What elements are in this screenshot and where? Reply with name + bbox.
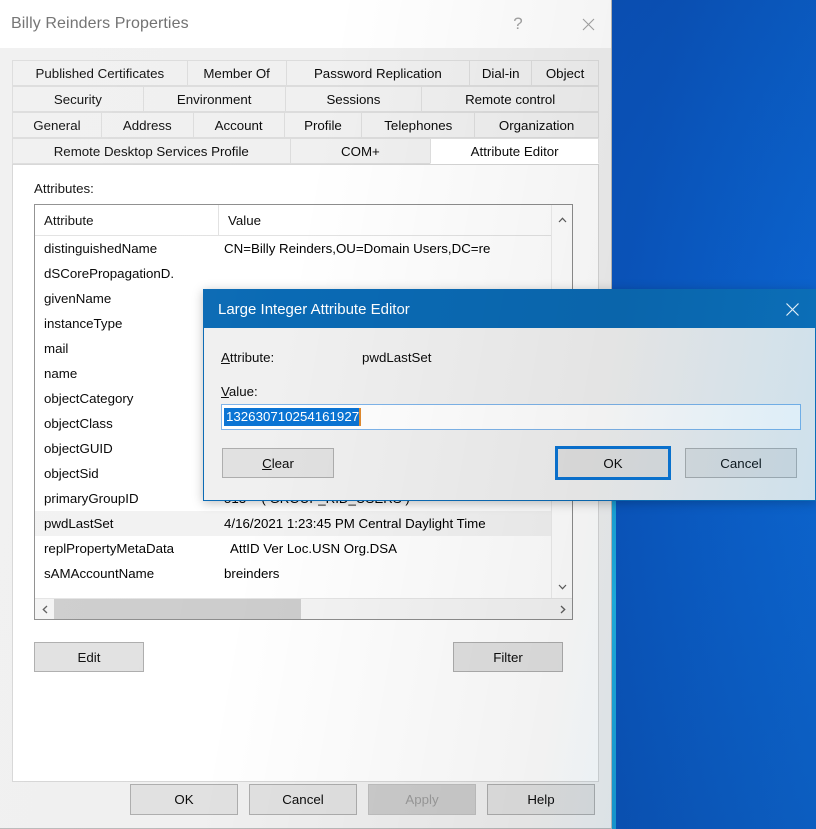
wallpaper-accent-stripe (612, 448, 616, 829)
cell-attribute: instanceType (44, 316, 123, 331)
chevron-up-icon[interactable] (552, 209, 572, 230)
tab-profile[interactable]: Profile (283, 112, 362, 138)
tab-strip: Published Certificates Member Of Passwor… (12, 60, 600, 165)
desktop-background: Billy Reinders Properties ? Published Ce… (0, 0, 816, 829)
table-row-selected[interactable]: pwdLastSet 4/16/2021 1:23:45 PM Central … (35, 511, 572, 536)
cell-attribute: sAMAccountName (44, 566, 155, 581)
value-label-rest: alue: (228, 384, 258, 399)
horizontal-scrollbar[interactable] (35, 598, 572, 619)
help-button[interactable]: ? (495, 8, 541, 40)
clear-button-rest: lear (271, 455, 294, 471)
edit-button[interactable]: Edit (34, 642, 144, 672)
attribute-label: Attribute: (221, 350, 275, 365)
column-header-attribute[interactable]: Attribute (35, 205, 219, 235)
cell-value: breinders (224, 566, 280, 581)
value-input-text: 132630710254161927 (224, 408, 362, 426)
tab-telephones[interactable]: Telephones (361, 112, 475, 138)
window-titlebar: Billy Reinders Properties ? (0, 0, 611, 48)
tab-com-plus[interactable]: COM+ (289, 138, 431, 164)
tab-row-4: Remote Desktop Services Profile COM+ Att… (12, 138, 599, 164)
tab-row-3: General Address Account Profile Telephon… (12, 112, 599, 138)
tab-row-2: Security Environment Sessions Remote con… (12, 86, 599, 112)
ok-button[interactable]: OK (130, 783, 238, 815)
chevron-right-icon[interactable] (553, 599, 572, 620)
tab-dial-in[interactable]: Dial-in (469, 60, 532, 86)
cell-value: AttID Ver Loc.USN Org.DSA (230, 541, 398, 556)
cell-attribute: replPropertyMetaData (44, 541, 175, 556)
tab-general[interactable]: General (12, 112, 101, 138)
cancel-button[interactable]: Cancel (249, 783, 357, 815)
dialog-titlebar: Large Integer Attribute Editor (204, 290, 815, 328)
tab-object[interactable]: Object (531, 60, 600, 86)
tab-published-certificates[interactable]: Published Certificates (12, 60, 187, 86)
tab-account[interactable]: Account (192, 112, 284, 138)
dialog-ok-button[interactable]: OK (555, 446, 671, 480)
tab-remote-control[interactable]: Remote control (421, 86, 599, 112)
cell-attribute: primaryGroupID (44, 491, 139, 506)
value-label: Value: (221, 384, 258, 399)
chevron-down-icon[interactable] (552, 576, 572, 597)
tab-attribute-editor[interactable]: Attribute Editor (430, 138, 599, 164)
dialog-title: Large Integer Attribute Editor (218, 300, 410, 318)
dialog-body: Attribute: pwdLastSet Value: 13263071025… (204, 328, 815, 502)
clear-button[interactable]: Clear (222, 448, 334, 478)
tab-organization[interactable]: Organization (474, 112, 599, 138)
cell-value: CN=Billy Reinders,OU=Domain Users,DC=re (224, 241, 491, 256)
cell-attribute: objectGUID (44, 441, 113, 456)
cell-value: 4/16/2021 1:23:45 PM Central Daylight Ti… (224, 516, 486, 531)
table-row[interactable]: replPropertyMetaData AttID Ver Loc.USN O… (35, 536, 572, 561)
dialog-footer-buttons: OK Cancel Apply Help (0, 770, 612, 828)
window-title: Billy Reinders Properties (11, 15, 189, 32)
table-row[interactable]: distinguishedName CN=Billy Reinders,OU=D… (35, 236, 572, 261)
tab-password-replication[interactable]: Password Replication (285, 60, 470, 86)
table-row[interactable]: dSCorePropagationD. (35, 261, 572, 286)
tab-member-of[interactable]: Member Of (186, 60, 286, 86)
titlebar-buttons: ? (495, 0, 611, 48)
tab-security[interactable]: Security (12, 86, 143, 112)
attribute-label-rest: ttribute: (229, 350, 275, 365)
cell-attribute: pwdLastSet (44, 516, 114, 531)
cell-attribute: objectCategory (44, 391, 134, 406)
cell-attribute: objectSid (44, 466, 99, 481)
tab-remote-desktop-services-profile[interactable]: Remote Desktop Services Profile (12, 138, 290, 164)
hscroll-thumb[interactable] (54, 598, 301, 619)
hscroll-track[interactable] (54, 598, 553, 619)
tab-environment[interactable]: Environment (142, 86, 285, 112)
column-header-value[interactable]: Value (219, 205, 572, 235)
cell-attribute: distinguishedName (44, 241, 158, 256)
tab-sessions[interactable]: Sessions (284, 86, 422, 112)
cell-attribute: mail (44, 341, 69, 356)
table-row[interactable]: sAMAccountName breinders (35, 561, 572, 586)
close-icon[interactable] (769, 290, 815, 328)
listview-header: Attribute Value (35, 205, 572, 236)
apply-button: Apply (368, 783, 476, 815)
close-icon[interactable] (565, 8, 611, 40)
cell-attribute: objectClass (44, 416, 113, 431)
cell-attribute: givenName (44, 291, 112, 306)
filter-button[interactable]: Filter (453, 642, 563, 672)
attributes-label: Attributes: (34, 181, 94, 196)
help-button-footer[interactable]: Help (487, 783, 595, 815)
chevron-left-icon[interactable] (35, 599, 54, 620)
attribute-name-value: pwdLastSet (362, 350, 432, 365)
cell-attribute: dSCorePropagationD. (44, 266, 175, 281)
value-input[interactable]: 132630710254161927 (221, 404, 801, 430)
tab-address[interactable]: Address (100, 112, 193, 138)
large-integer-attribute-editor-dialog: Large Integer Attribute Editor Attribute… (203, 289, 816, 501)
tab-row-1: Published Certificates Member Of Passwor… (12, 60, 600, 86)
cell-attribute: name (44, 366, 78, 381)
dialog-cancel-button[interactable]: Cancel (685, 448, 797, 478)
